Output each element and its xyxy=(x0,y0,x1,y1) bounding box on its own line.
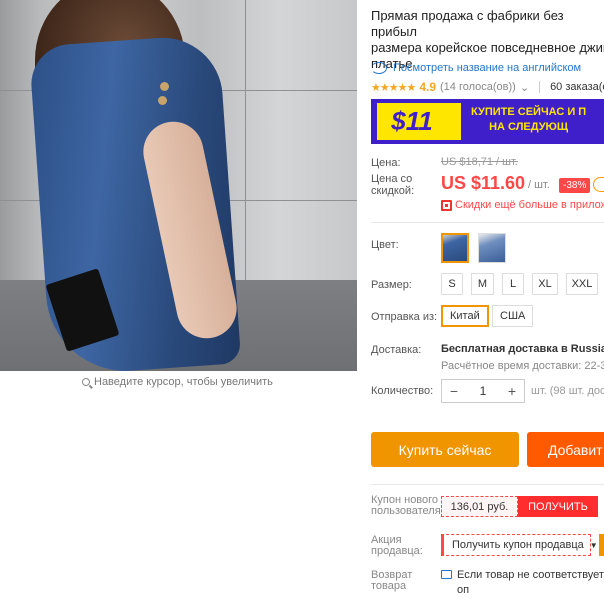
buy-now-button[interactable]: Купить сейчас xyxy=(371,432,519,467)
translate-link[interactable]: Посмотреть название на английском xyxy=(371,62,581,74)
app-discount-text: Скидки ещё больше в приложе xyxy=(455,199,604,211)
add-to-cart-button[interactable]: Добавит xyxy=(527,432,604,467)
zoom-hint: Наведите курсор, чтобы увеличить xyxy=(82,376,273,388)
chevron-down-icon: ▼ xyxy=(589,540,598,550)
seller-coupon-dropdown[interactable]: Получить купон продавца ▼ xyxy=(441,534,598,556)
rating-value: 4.9 xyxy=(419,80,436,94)
zoom-hint-text: Наведите курсор, чтобы увеличить xyxy=(94,376,273,388)
star-rating-icon: ★★★★★ xyxy=(371,81,416,94)
delivery-option[interactable]: Бесплатная доставка в Russian F xyxy=(441,343,604,355)
delivery-label: Доставка: xyxy=(371,344,422,356)
seller-coupon-text: Получить купон продавца xyxy=(452,539,584,551)
size-label: Размер: xyxy=(371,279,412,291)
banner-line-2: НА СЛЕДУЮЩ xyxy=(489,121,569,133)
ship-from-china[interactable]: Китай xyxy=(441,305,489,327)
return-label: Возврат товара xyxy=(371,569,413,592)
translate-label: Посмотреть название на английском xyxy=(393,62,582,74)
quantity-input[interactable]: 1 xyxy=(466,384,500,398)
chevron-down-icon[interactable]: ⌄ xyxy=(520,81,529,94)
color-option-2[interactable] xyxy=(478,233,506,263)
current-price: US $11.60 xyxy=(441,173,526,193)
price-label: Цена: xyxy=(371,157,401,169)
color-label: Цвет: xyxy=(371,239,399,251)
promo-banner[interactable]: $11 КУПИТЕ СЕЙЧАС И П НА СЛЕДУЮЩ xyxy=(371,99,604,144)
color-option-1[interactable] xyxy=(441,233,469,263)
rating-row: ★★★★★ 4.9 (14 голоса(ов)) ⌄ 60 заказа(ов xyxy=(371,80,604,94)
seller-promo-label: Акция продавца: xyxy=(371,534,423,557)
return-policy-text: Если товар не соответствует оп оплатив с… xyxy=(457,569,604,596)
price-unit: / шт. xyxy=(528,179,550,191)
banner-text: КУПИТЕ СЕЙЧАС И П НА СЛЕДУЮЩ xyxy=(471,105,586,135)
quantity-decrease-button[interactable]: − xyxy=(442,380,466,402)
dress-button xyxy=(160,82,169,91)
quantity-increase-button[interactable]: + xyxy=(500,380,524,402)
delivery-estimate: Расчётное время доставки: 22-36 д xyxy=(441,360,604,372)
divider xyxy=(371,484,604,485)
discount-badge: -38% xyxy=(559,178,591,193)
ship-from-label: Отправка из: xyxy=(371,311,438,323)
size-option-m[interactable]: M xyxy=(471,273,494,295)
return-policy-icon xyxy=(441,570,452,579)
qr-code-icon xyxy=(441,199,452,211)
size-option-xxl[interactable]: XXL xyxy=(566,273,598,295)
banner-price: $11 xyxy=(377,103,447,140)
discount-price-label: Цена со скидкой: xyxy=(371,173,415,197)
divider xyxy=(539,81,541,93)
coupon-badge[interactable] xyxy=(593,177,604,192)
ship-from-usa[interactable]: США xyxy=(492,305,534,327)
dress-button xyxy=(158,96,167,105)
votes-count[interactable]: (14 голоса(ов)) xyxy=(440,81,516,93)
orders-count: 60 заказа(ов xyxy=(550,81,604,93)
size-option-l[interactable]: L xyxy=(502,273,524,295)
product-image[interactable] xyxy=(0,0,357,371)
size-option-xl[interactable]: XL xyxy=(532,273,558,295)
size-option-s[interactable]: S xyxy=(441,273,463,295)
app-discount-link[interactable]: Скидки ещё больше в приложе xyxy=(441,199,604,211)
magnifier-icon xyxy=(82,378,90,386)
old-price: US $18,71 / шт. xyxy=(441,156,518,168)
banner-stripe xyxy=(447,103,461,140)
get-coupon-button[interactable]: ПОЛУЧИТЬ xyxy=(518,496,598,517)
new-user-coupon-label: Купон нового пользователя xyxy=(371,494,441,517)
new-user-coupon-value: 136,01 руб. xyxy=(441,496,518,517)
stock-info: шт. (98 шт. досту xyxy=(531,385,604,397)
seller-coupon-button[interactable] xyxy=(599,534,604,556)
quantity-label: Количество: xyxy=(371,385,434,397)
wall-joint xyxy=(245,0,246,280)
translate-icon xyxy=(371,62,387,74)
quantity-stepper: − 1 + xyxy=(441,379,525,403)
divider xyxy=(371,222,604,223)
banner-line-1: КУПИТЕ СЕЙЧАС И П xyxy=(471,106,587,118)
